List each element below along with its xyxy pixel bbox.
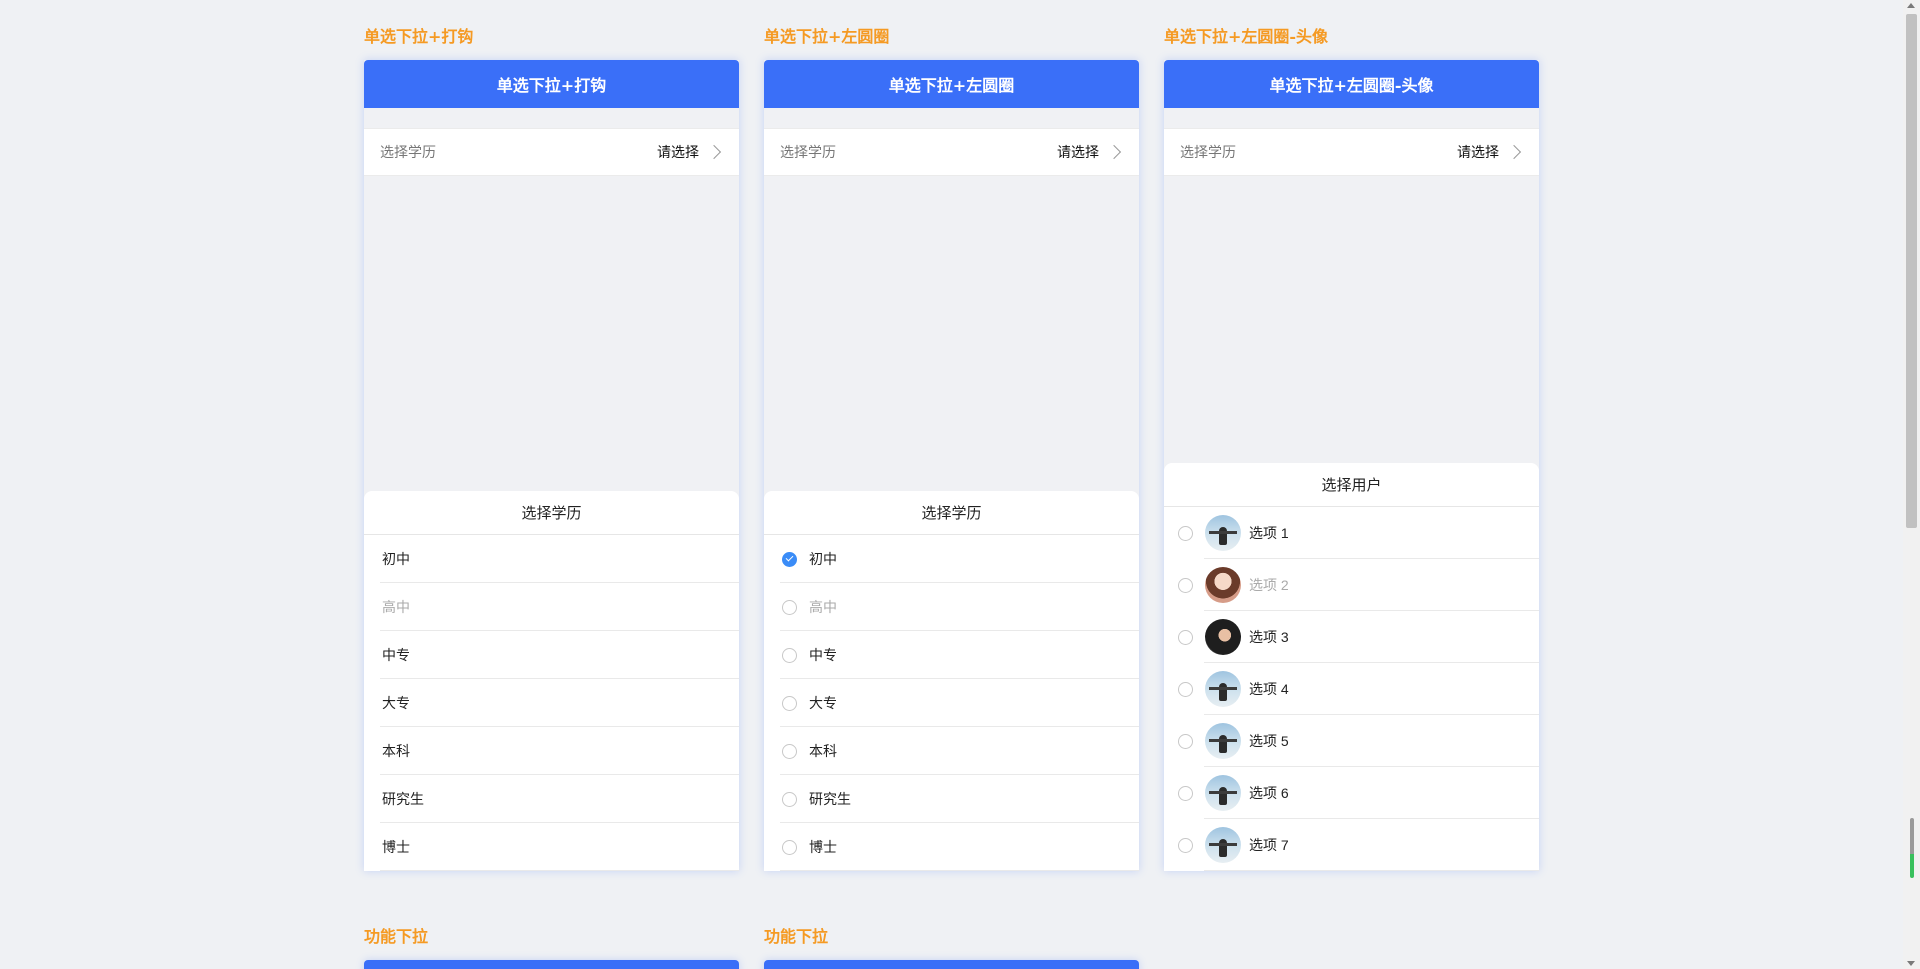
field-value: 请选择 (1457, 144, 1499, 160)
option-label: 中专 (809, 647, 837, 663)
option-label: 本科 (809, 743, 837, 759)
radio-icon (1178, 577, 1193, 593)
option-item[interactable]: 中专 (364, 631, 739, 679)
option-label: 博士 (382, 839, 410, 855)
option-item[interactable]: 研究生 (764, 775, 1139, 823)
scroll-down-arrow-icon[interactable] (1907, 961, 1915, 966)
option-label: 选项 3 (1249, 629, 1289, 645)
sky-avatar (1205, 827, 1241, 863)
phone-header: 单选下拉+打钩 (364, 60, 739, 108)
user-option-item: 选项 2 (1164, 559, 1539, 611)
radio-icon[interactable] (782, 743, 797, 759)
girl-avatar (1205, 567, 1241, 603)
option-label: 中专 (382, 647, 410, 663)
option-label: 研究生 (382, 791, 424, 807)
radio-icon[interactable] (782, 839, 797, 855)
scroll-up-arrow-icon[interactable] (1907, 3, 1915, 8)
radio-icon[interactable] (1178, 837, 1193, 853)
phone-header: 单选下拉+左圆圈 (764, 60, 1139, 108)
user-option-item[interactable]: 选项 3 (1164, 611, 1539, 663)
option-item[interactable]: 大专 (364, 679, 739, 727)
option-label: 高中 (809, 599, 837, 615)
radio-checked-icon[interactable] (782, 551, 797, 567)
option-label: 大专 (382, 695, 410, 711)
education-select-row[interactable]: 选择学历 请选择 (764, 128, 1139, 176)
option-item[interactable]: 本科 (764, 727, 1139, 775)
option-item[interactable]: 中专 (764, 631, 1139, 679)
option-sheet: 选择学历 初中 高中 中专 大专 本科 研究生 博士 (364, 491, 739, 871)
option-label: 选项 2 (1249, 577, 1289, 593)
sheet-title: 选择学历 (764, 491, 1139, 535)
user-option-item[interactable]: 选项 4 (1164, 663, 1539, 715)
option-item: 高中 (364, 583, 739, 631)
radio-icon (782, 599, 797, 615)
user-option-item[interactable]: 选项 1 (1164, 507, 1539, 559)
section-title-function-dropdown: 功能下拉 (364, 927, 429, 946)
option-label: 初中 (809, 551, 837, 567)
demo-phone-function-1 (364, 960, 739, 969)
section-title-function-dropdown: 功能下拉 (764, 927, 829, 946)
sheet-title: 选择学历 (364, 491, 739, 535)
option-item[interactable]: 本科 (364, 727, 739, 775)
user-option-item[interactable]: 选项 6 (1164, 767, 1539, 819)
demo-phone-check: 单选下拉+打钩 选择学历 请选择 选择学历 初中 高中 中专 大专 本科 研究生… (364, 60, 739, 871)
sky-avatar (1205, 515, 1241, 551)
scroll-indicator (1910, 818, 1914, 878)
radio-icon[interactable] (782, 647, 797, 663)
field-label: 选择学历 (380, 144, 436, 160)
option-item: 高中 (764, 583, 1139, 631)
option-label: 选项 6 (1249, 785, 1289, 801)
radio-icon[interactable] (1178, 733, 1193, 749)
option-label: 研究生 (809, 791, 851, 807)
option-label: 初中 (382, 551, 410, 567)
radio-icon[interactable] (1178, 525, 1193, 541)
radio-icon[interactable] (782, 791, 797, 807)
option-label: 选项 1 (1249, 525, 1289, 541)
option-item[interactable]: 博士 (764, 823, 1139, 871)
sky-avatar (1205, 775, 1241, 811)
sheet-title: 选择用户 (1164, 463, 1539, 507)
field-value: 请选择 (1057, 144, 1099, 160)
sky-avatar (1205, 723, 1241, 759)
option-item[interactable]: 研究生 (364, 775, 739, 823)
scroll-thumb[interactable] (1906, 14, 1917, 528)
chevron-right-icon (706, 144, 722, 160)
user-option-sheet: 选择用户 选项 1 选项 2 选项 3 选项 4 选项 5 选项 6 选项 7 (1164, 463, 1539, 871)
user-option-item[interactable]: 选项 5 (1164, 715, 1539, 767)
chevron-right-icon (1506, 144, 1522, 160)
section-title-check: 单选下拉+打钩 (364, 27, 474, 46)
radio-icon[interactable] (1178, 681, 1193, 697)
education-select-row[interactable]: 选择学历 请选择 (1164, 128, 1539, 176)
option-item[interactable]: 初中 (764, 535, 1139, 583)
demo-phone-left-circle: 单选下拉+左圆圈 选择学历 请选择 选择学历 初中 高中 中专 大专 本科 研究… (764, 60, 1139, 871)
sky-avatar (1205, 671, 1241, 707)
user-option-item[interactable]: 选项 7 (1164, 819, 1539, 871)
section-title-left-circle: 单选下拉+左圆圈 (764, 27, 890, 46)
option-item[interactable]: 大专 (764, 679, 1139, 727)
option-item[interactable]: 博士 (364, 823, 739, 871)
page-scrollbar[interactable] (1903, 0, 1920, 969)
field-value: 请选择 (657, 144, 699, 160)
demo-phone-function-2 (764, 960, 1139, 969)
education-select-row[interactable]: 选择学历 请选择 (364, 128, 739, 176)
option-label: 高中 (382, 599, 410, 615)
option-label: 选项 5 (1249, 733, 1289, 749)
option-item[interactable]: 初中 (364, 535, 739, 583)
option-sheet: 选择学历 初中 高中 中专 大专 本科 研究生 博士 (764, 491, 1139, 871)
dark-avatar (1205, 619, 1241, 655)
demo-phone-avatar: 单选下拉+左圆圈-头像 选择学历 请选择 选择用户 选项 1 选项 2 选项 3… (1164, 60, 1539, 871)
option-label: 选项 7 (1249, 837, 1289, 853)
section-title-left-circle-avatar: 单选下拉+左圆圈-头像 (1164, 27, 1329, 46)
option-label: 选项 4 (1249, 681, 1289, 697)
chevron-right-icon (1106, 144, 1122, 160)
field-label: 选择学历 (780, 144, 836, 160)
radio-icon[interactable] (1178, 629, 1193, 645)
phone-header: 单选下拉+左圆圈-头像 (1164, 60, 1539, 108)
radio-icon[interactable] (782, 695, 797, 711)
option-label: 本科 (382, 743, 410, 759)
option-label: 博士 (809, 839, 837, 855)
option-label: 大专 (809, 695, 837, 711)
field-label: 选择学历 (1180, 144, 1236, 160)
radio-icon[interactable] (1178, 785, 1193, 801)
